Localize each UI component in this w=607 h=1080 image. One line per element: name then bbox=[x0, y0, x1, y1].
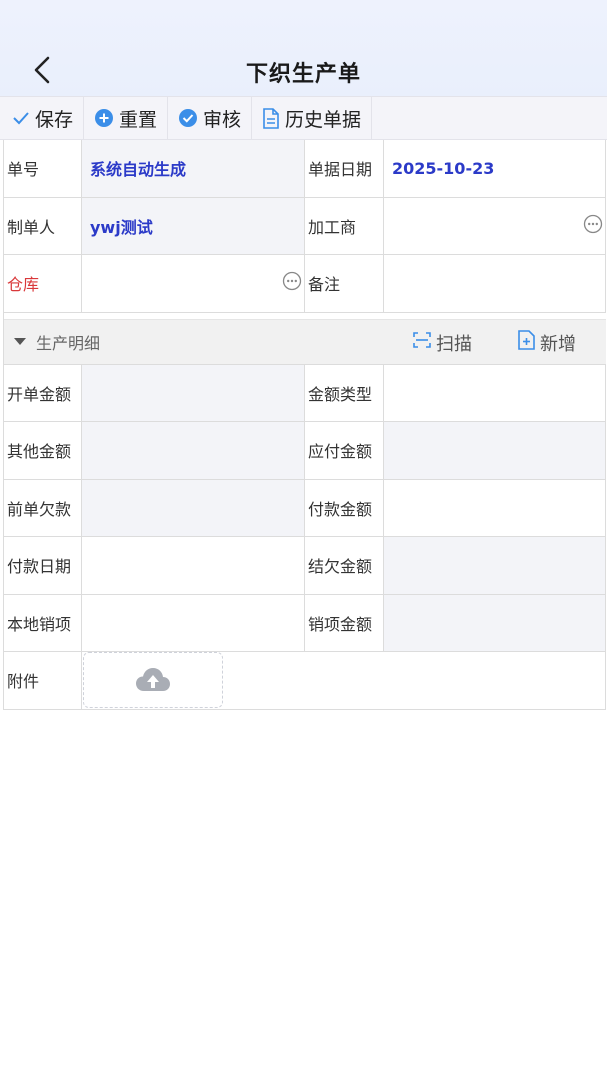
page-title: 下织生产单 bbox=[245, 62, 361, 87]
order-form: 单号 系统自动生成 单据日期 2025-10-23 制单人 ywj测试 加工商 … bbox=[3, 140, 606, 710]
reset-button[interactable]: 重置 bbox=[84, 97, 169, 139]
history-label: 历史单据 bbox=[285, 108, 362, 131]
check-icon bbox=[12, 110, 30, 126]
history-button[interactable]: 历史单据 bbox=[252, 97, 373, 139]
other-amount-value bbox=[82, 422, 305, 479]
check-circle-icon bbox=[178, 108, 198, 128]
output-amount-label: 销项金额 bbox=[305, 594, 384, 651]
payable-amount-value bbox=[384, 422, 606, 479]
payable-amount-label: 应付金额 bbox=[305, 422, 384, 479]
audit-label: 审核 bbox=[203, 108, 242, 131]
save-label: 保存 bbox=[35, 108, 74, 131]
processor-label: 加工商 bbox=[305, 197, 384, 254]
amount-row-4: 付款日期 结欠金额 bbox=[4, 537, 606, 595]
other-amount-label: 其他金额 bbox=[4, 422, 82, 479]
header: 下织生产单 bbox=[0, 0, 607, 96]
save-button[interactable]: 保存 bbox=[0, 97, 85, 139]
amount-row-2: 其他金额 应付金额 bbox=[4, 422, 606, 480]
order-amount-value bbox=[82, 364, 305, 421]
output-amount-value bbox=[384, 594, 606, 651]
scan-button[interactable]: 扫描 bbox=[412, 320, 472, 366]
previous-debt-label: 前单欠款 bbox=[4, 479, 82, 536]
balance-due-label: 结欠金额 bbox=[305, 537, 384, 594]
form-row-warehouse: 仓库 备注 bbox=[4, 255, 606, 313]
add-button[interactable]: 新增 bbox=[517, 320, 576, 366]
creator-value: ywj测试 bbox=[82, 197, 305, 254]
local-output-field[interactable] bbox=[82, 594, 305, 651]
add-document-icon bbox=[517, 330, 536, 355]
attachment-label: 附件 bbox=[4, 652, 82, 709]
previous-debt-value bbox=[82, 479, 305, 536]
upload-button[interactable] bbox=[83, 652, 223, 708]
local-output-label: 本地销项 bbox=[4, 594, 82, 651]
warehouse-label: 仓库 bbox=[4, 255, 82, 312]
remark-label: 备注 bbox=[305, 255, 384, 312]
processor-field[interactable] bbox=[384, 197, 606, 254]
amount-row-5: 本地销项 销项金额 bbox=[4, 594, 606, 652]
form-row-creator: 制单人 ywj测试 加工商 bbox=[4, 197, 606, 255]
document-icon bbox=[262, 107, 280, 129]
payment-amount-field[interactable] bbox=[384, 479, 606, 536]
balance-due-value bbox=[384, 537, 606, 594]
order-amount-label: 开单金额 bbox=[4, 364, 82, 421]
reset-label: 重置 bbox=[119, 108, 158, 131]
remark-field[interactable] bbox=[384, 255, 606, 312]
scan-icon bbox=[412, 330, 432, 355]
cloud-upload-icon bbox=[136, 668, 170, 691]
amount-row-1: 开单金额 金额类型 bbox=[4, 364, 606, 422]
production-detail-section[interactable]: 生产明细 扫描 新增 bbox=[4, 318, 606, 366]
section-title: 生产明细 bbox=[36, 333, 101, 353]
amount-row-3: 前单欠款 付款金额 bbox=[4, 479, 606, 537]
warehouse-field[interactable] bbox=[82, 255, 305, 312]
attachment-row: 附件 bbox=[4, 652, 606, 710]
add-label: 新增 bbox=[540, 333, 576, 355]
amount-type-field[interactable] bbox=[384, 364, 606, 421]
more-icon[interactable] bbox=[583, 214, 603, 238]
more-icon[interactable] bbox=[282, 271, 302, 295]
order-number-label: 单号 bbox=[4, 140, 82, 197]
amount-type-label: 金额类型 bbox=[305, 364, 384, 421]
caret-down-icon bbox=[14, 338, 26, 345]
payment-amount-label: 付款金额 bbox=[305, 479, 384, 536]
toolbar: 保存 重置 审核 历史单据 bbox=[0, 96, 607, 140]
form-row-order-number: 单号 系统自动生成 单据日期 2025-10-23 bbox=[4, 140, 606, 198]
order-date-field[interactable]: 2025-10-23 bbox=[384, 140, 606, 197]
creator-label: 制单人 bbox=[4, 197, 82, 254]
scan-label: 扫描 bbox=[436, 333, 472, 355]
audit-button[interactable]: 审核 bbox=[168, 97, 253, 139]
plus-circle-icon bbox=[94, 108, 114, 128]
payment-date-label: 付款日期 bbox=[4, 537, 82, 594]
order-date-label: 单据日期 bbox=[305, 140, 384, 197]
order-number-value: 系统自动生成 bbox=[82, 140, 305, 197]
payment-date-field[interactable] bbox=[82, 537, 305, 594]
